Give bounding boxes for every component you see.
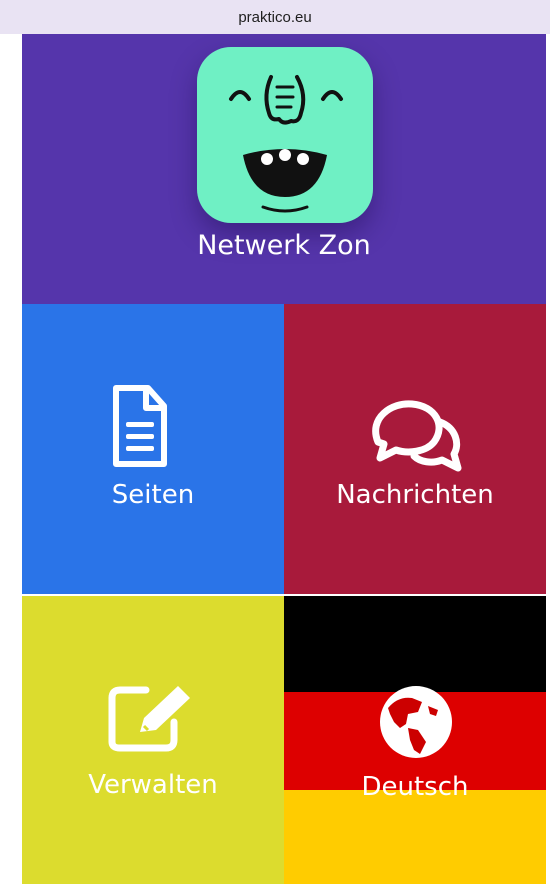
document-icon [113, 385, 167, 467]
tile-language[interactable]: Deutsch [284, 596, 546, 884]
app-title: Netwerk Zon [197, 230, 371, 261]
flag-stripe-black [284, 596, 546, 692]
url-text: praktico.eu [238, 8, 312, 26]
tile-admin[interactable]: Verwalten [22, 596, 284, 884]
edit-icon [108, 686, 190, 752]
monster-face-icon[interactable] [197, 47, 373, 223]
app-header: Netwerk Zon [22, 34, 546, 304]
browser-url-bar[interactable]: praktico.eu [0, 0, 550, 34]
tile-pages[interactable]: Seiten [22, 304, 284, 594]
tile-language-label: Deutsch [361, 772, 469, 802]
chat-bubbles-icon [372, 400, 462, 472]
tile-pages-label: Seiten [111, 480, 195, 510]
tile-admin-label: Verwalten [88, 770, 218, 800]
tile-messages-label: Nachrichten [336, 480, 494, 510]
tile-messages[interactable]: Nachrichten [284, 304, 546, 594]
app-frame: Netwerk Zon Seiten Nachrichten Verwalten [22, 34, 546, 884]
globe-icon [380, 686, 452, 758]
flag-stripe-gold [284, 790, 546, 884]
